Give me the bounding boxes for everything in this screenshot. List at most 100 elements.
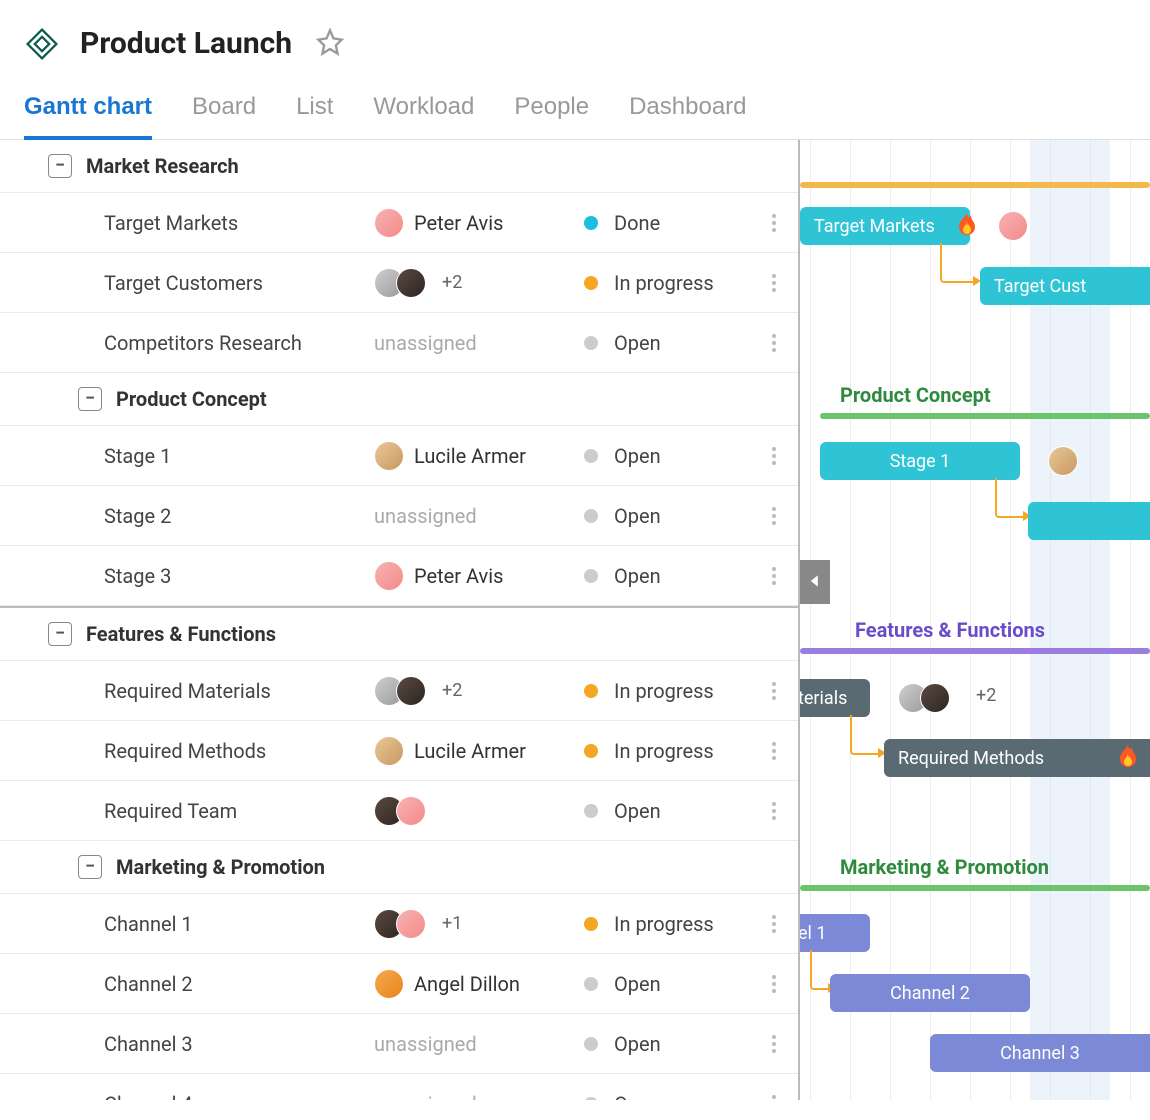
task-row[interactable]: Channel 4 unassigned Open bbox=[0, 1074, 798, 1100]
status-cell[interactable]: Open bbox=[584, 1032, 762, 1056]
assignee-cell[interactable]: unassigned bbox=[374, 1092, 584, 1101]
tab-board[interactable]: Board bbox=[192, 85, 256, 139]
view-tabs: Gantt chart Board List Workload People D… bbox=[0, 75, 1150, 140]
more-menu-button[interactable] bbox=[762, 1035, 786, 1053]
more-menu-button[interactable] bbox=[762, 214, 786, 232]
status-dot-icon bbox=[584, 744, 598, 758]
tab-people[interactable]: People bbox=[514, 85, 589, 139]
task-row[interactable]: Stage 3 Peter Avis Open bbox=[0, 546, 798, 606]
more-menu-button[interactable] bbox=[762, 1095, 786, 1101]
more-menu-button[interactable] bbox=[762, 682, 786, 700]
task-row[interactable]: Target Customers +2 In progress bbox=[0, 253, 798, 313]
task-name: Stage 1 bbox=[104, 444, 374, 468]
favorite-button[interactable] bbox=[312, 24, 348, 63]
status-dot-icon bbox=[584, 569, 598, 583]
assignee-cell[interactable]: unassigned bbox=[374, 1032, 584, 1056]
more-menu-button[interactable] bbox=[762, 334, 786, 352]
assignee-cell[interactable]: Peter Avis bbox=[374, 561, 584, 591]
task-row[interactable]: Required Materials +2 In progress bbox=[0, 661, 798, 721]
group-title: Marketing & Promotion bbox=[116, 855, 325, 879]
more-menu-button[interactable] bbox=[762, 567, 786, 585]
avatar bbox=[374, 561, 404, 591]
task-row[interactable]: Required Methods Lucile Armer In progres… bbox=[0, 721, 798, 781]
more-menu-button[interactable] bbox=[762, 915, 786, 933]
bar-label: Channel 3 bbox=[1000, 1043, 1080, 1064]
status-label: In progress bbox=[614, 271, 714, 295]
status-cell[interactable]: Open bbox=[584, 331, 762, 355]
assignee-cell[interactable]: Angel Dillon bbox=[374, 969, 584, 999]
assignee-cell[interactable]: +2 bbox=[374, 268, 584, 298]
gantt-rows: Target Markets Target Cust Product Conce… bbox=[800, 140, 1150, 1082]
status-cell[interactable]: In progress bbox=[584, 271, 762, 295]
more-menu-button[interactable] bbox=[762, 507, 786, 525]
tab-list[interactable]: List bbox=[296, 85, 333, 139]
status-cell[interactable]: Open bbox=[584, 799, 762, 823]
status-dot-icon bbox=[584, 216, 598, 230]
gantt-task-bar[interactable] bbox=[800, 490, 1150, 550]
task-row[interactable]: Required Team Open bbox=[0, 781, 798, 841]
collapse-toggle-icon[interactable]: − bbox=[78, 855, 102, 879]
gantt-task-bar[interactable]: el 1 bbox=[800, 902, 1150, 962]
assignee-cell[interactable]: Peter Avis bbox=[374, 208, 584, 238]
task-row[interactable]: Target Markets Peter Avis Done bbox=[0, 193, 798, 253]
star-icon bbox=[316, 44, 344, 59]
status-label: Open bbox=[614, 564, 661, 588]
task-row[interactable]: Channel 3 unassigned Open bbox=[0, 1014, 798, 1074]
gantt-task-bar[interactable]: Target Cust bbox=[800, 255, 1150, 315]
status-cell[interactable]: In progress bbox=[584, 679, 762, 703]
group-header-product-concept[interactable]: − Product Concept bbox=[0, 373, 798, 426]
more-menu-button[interactable] bbox=[762, 742, 786, 760]
status-cell[interactable]: Open bbox=[584, 564, 762, 588]
gantt-task-bar[interactable]: terials +2 bbox=[800, 667, 1150, 727]
collapse-toggle-icon[interactable]: − bbox=[48, 154, 72, 178]
gantt-panel[interactable]: Target Markets Target Cust Product Conce… bbox=[800, 140, 1150, 1100]
gantt-group-label: Features & Functions bbox=[855, 618, 1045, 642]
collapse-left-panel-button[interactable] bbox=[800, 560, 830, 604]
status-label: In progress bbox=[614, 679, 714, 703]
gantt-task-bar[interactable]: Channel 2 bbox=[800, 962, 1150, 1022]
assignee-cell[interactable]: Lucile Armer bbox=[374, 441, 584, 471]
tab-dashboard[interactable]: Dashboard bbox=[629, 85, 746, 139]
assignee-cell[interactable]: Lucile Armer bbox=[374, 736, 584, 766]
collapse-toggle-icon[interactable]: − bbox=[78, 387, 102, 411]
more-menu-button[interactable] bbox=[762, 447, 786, 465]
more-menu-button[interactable] bbox=[762, 274, 786, 292]
avatar bbox=[374, 736, 404, 766]
assignee-cell[interactable]: unassigned bbox=[374, 504, 584, 528]
task-row[interactable]: Channel 2 Angel Dillon Open bbox=[0, 954, 798, 1014]
triangle-left-icon bbox=[808, 573, 822, 592]
task-row[interactable]: Competitors Research unassigned Open bbox=[0, 313, 798, 373]
task-name: Target Markets bbox=[104, 211, 374, 235]
group-header-market-research[interactable]: − Market Research bbox=[0, 140, 798, 193]
gantt-task-bar[interactable]: Channel 3 bbox=[800, 1022, 1150, 1082]
status-cell[interactable]: Open bbox=[584, 504, 762, 528]
assignee-cell[interactable]: +1 bbox=[374, 909, 584, 939]
gantt-task-bar[interactable]: Target Markets bbox=[800, 195, 1150, 255]
collapse-toggle-icon[interactable]: − bbox=[48, 622, 72, 646]
content-area: − Market Research Target Markets Peter A… bbox=[0, 140, 1150, 1100]
gantt-task-bar[interactable]: Stage 1 bbox=[800, 430, 1150, 490]
assignee-cell[interactable]: +2 bbox=[374, 676, 584, 706]
task-row[interactable]: Stage 2 unassigned Open bbox=[0, 486, 798, 546]
assignee-cell[interactable] bbox=[374, 796, 584, 826]
more-menu-button[interactable] bbox=[762, 802, 786, 820]
status-cell[interactable]: Open bbox=[584, 1092, 762, 1101]
status-cell[interactable]: Done bbox=[584, 211, 762, 235]
tab-gantt-chart[interactable]: Gantt chart bbox=[24, 85, 152, 139]
task-name: Channel 2 bbox=[104, 972, 374, 996]
status-cell[interactable]: Open bbox=[584, 972, 762, 996]
status-cell[interactable]: In progress bbox=[584, 739, 762, 763]
avatar bbox=[374, 969, 404, 999]
gantt-task-bar[interactable]: Required Methods bbox=[800, 727, 1150, 787]
status-cell[interactable]: Open bbox=[584, 444, 762, 468]
group-header-features[interactable]: − Features & Functions bbox=[0, 608, 798, 661]
more-menu-button[interactable] bbox=[762, 975, 786, 993]
gantt-group-label: Marketing & Promotion bbox=[840, 855, 1049, 879]
group-header-marketing[interactable]: − Marketing & Promotion bbox=[0, 841, 798, 894]
bar-label: el 1 bbox=[800, 923, 827, 944]
task-row[interactable]: Channel 1 +1 In progress bbox=[0, 894, 798, 954]
assignee-cell[interactable]: unassigned bbox=[374, 331, 584, 355]
status-cell[interactable]: In progress bbox=[584, 912, 762, 936]
tab-workload[interactable]: Workload bbox=[373, 85, 474, 139]
task-row[interactable]: Stage 1 Lucile Armer Open bbox=[0, 426, 798, 486]
